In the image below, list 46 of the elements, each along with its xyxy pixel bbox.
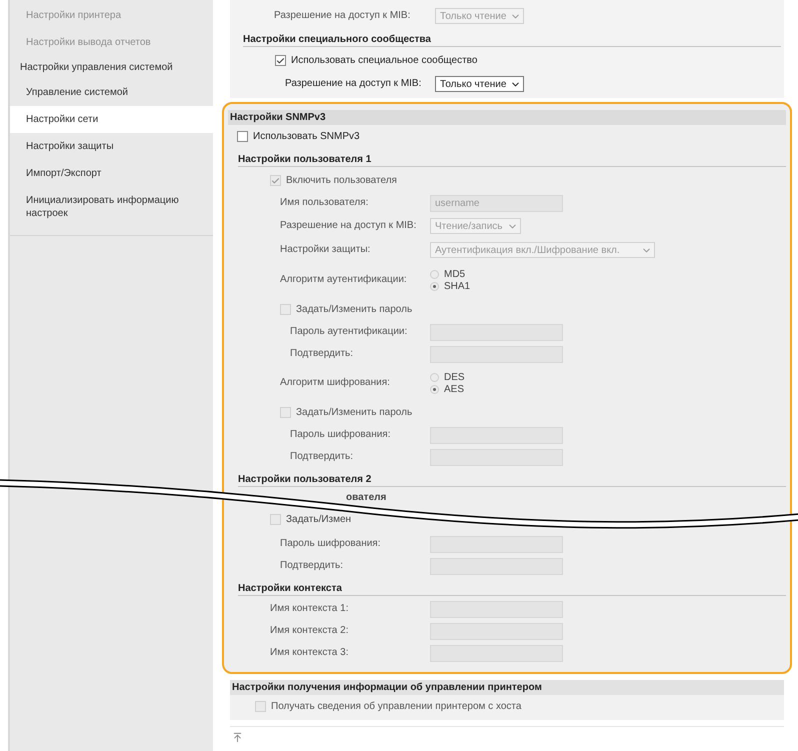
checkbox-label: Задать/Измен: [286, 512, 352, 526]
field-label: Алгоритм шифрования:: [280, 377, 391, 389]
checkbox[interactable]: [237, 131, 248, 142]
field-label: Пароль аутентификации:: [290, 326, 408, 338]
field-label: Имя контекста 3:: [270, 647, 350, 659]
checkbox-label: Включить пользователя: [286, 174, 397, 188]
field-label: Подтвердить:: [290, 348, 354, 360]
radio-label: MD5: [444, 268, 466, 282]
field-label: Разрешение на доступ к MIB:: [285, 78, 422, 90]
section-heading: Настройки пользователя 1: [238, 154, 786, 167]
section-header-bar: Настройки SNMPv3: [228, 110, 786, 125]
checkbox-label: Использовать специальное сообщество: [291, 54, 478, 68]
field-label: Разрешение на доступ к MIB:: [280, 220, 418, 232]
sidebar-item[interactable]: Управление системой: [10, 79, 213, 106]
field-label: Пароль шифрования:: [290, 429, 392, 441]
radio-label: AES: [444, 382, 464, 396]
section-header-bar: Настройки получения информации об управлении принтером: [230, 680, 784, 695]
field-label: Настройки защиты:: [280, 244, 372, 256]
field-label: Имя пользователя:: [280, 197, 370, 209]
field-label: Подтвердить:: [280, 560, 344, 572]
field-label: Разрешение на доступ к MIB:: [274, 10, 412, 22]
check-icon: [276, 56, 285, 66]
field-label: Имя контекста 1:: [270, 603, 350, 615]
back-to-top-icon[interactable]: [232, 732, 243, 743]
checkbox-label: Задать/Изменить пароль: [296, 303, 412, 317]
field-label: Имя контекста 2:: [270, 625, 350, 637]
radio-label: DES: [444, 370, 465, 384]
checkbox[interactable]: [275, 55, 286, 66]
sidebar-item[interactable]: Настройки защиты: [10, 133, 213, 160]
dropdown[interactable]: Только чтение: [435, 76, 524, 92]
checkbox-label: Использовать SNMPv3: [253, 130, 360, 144]
sidebar-item[interactable]: Импорт/Экспорт: [10, 160, 213, 187]
field-label: Подтвердить:: [290, 451, 354, 463]
check-icon: [271, 176, 280, 186]
sidebar-item[interactable]: Инициализировать информацию настроек: [10, 187, 213, 227]
checkbox-label: Получать сведения об управлении принтером с хоста: [271, 700, 522, 714]
radio-label: SHA1: [444, 280, 470, 294]
section-heading: Настройки специального сообщества: [243, 34, 781, 47]
section-heading: Настройки контекста: [238, 583, 786, 596]
checkbox-label: ователя: [346, 490, 386, 504]
checkbox-label: Задать/Изменить пароль: [296, 406, 412, 420]
field-label: Пароль шифрования:: [280, 538, 382, 550]
sidebar-group-label: Настройки управления системой: [19, 61, 174, 75]
field-label: Алгоритм аутентификации:: [280, 274, 408, 286]
sidebar-item[interactable]: Настройки сети: [10, 106, 213, 133]
section-heading: Настройки пользователя 2: [238, 474, 786, 487]
